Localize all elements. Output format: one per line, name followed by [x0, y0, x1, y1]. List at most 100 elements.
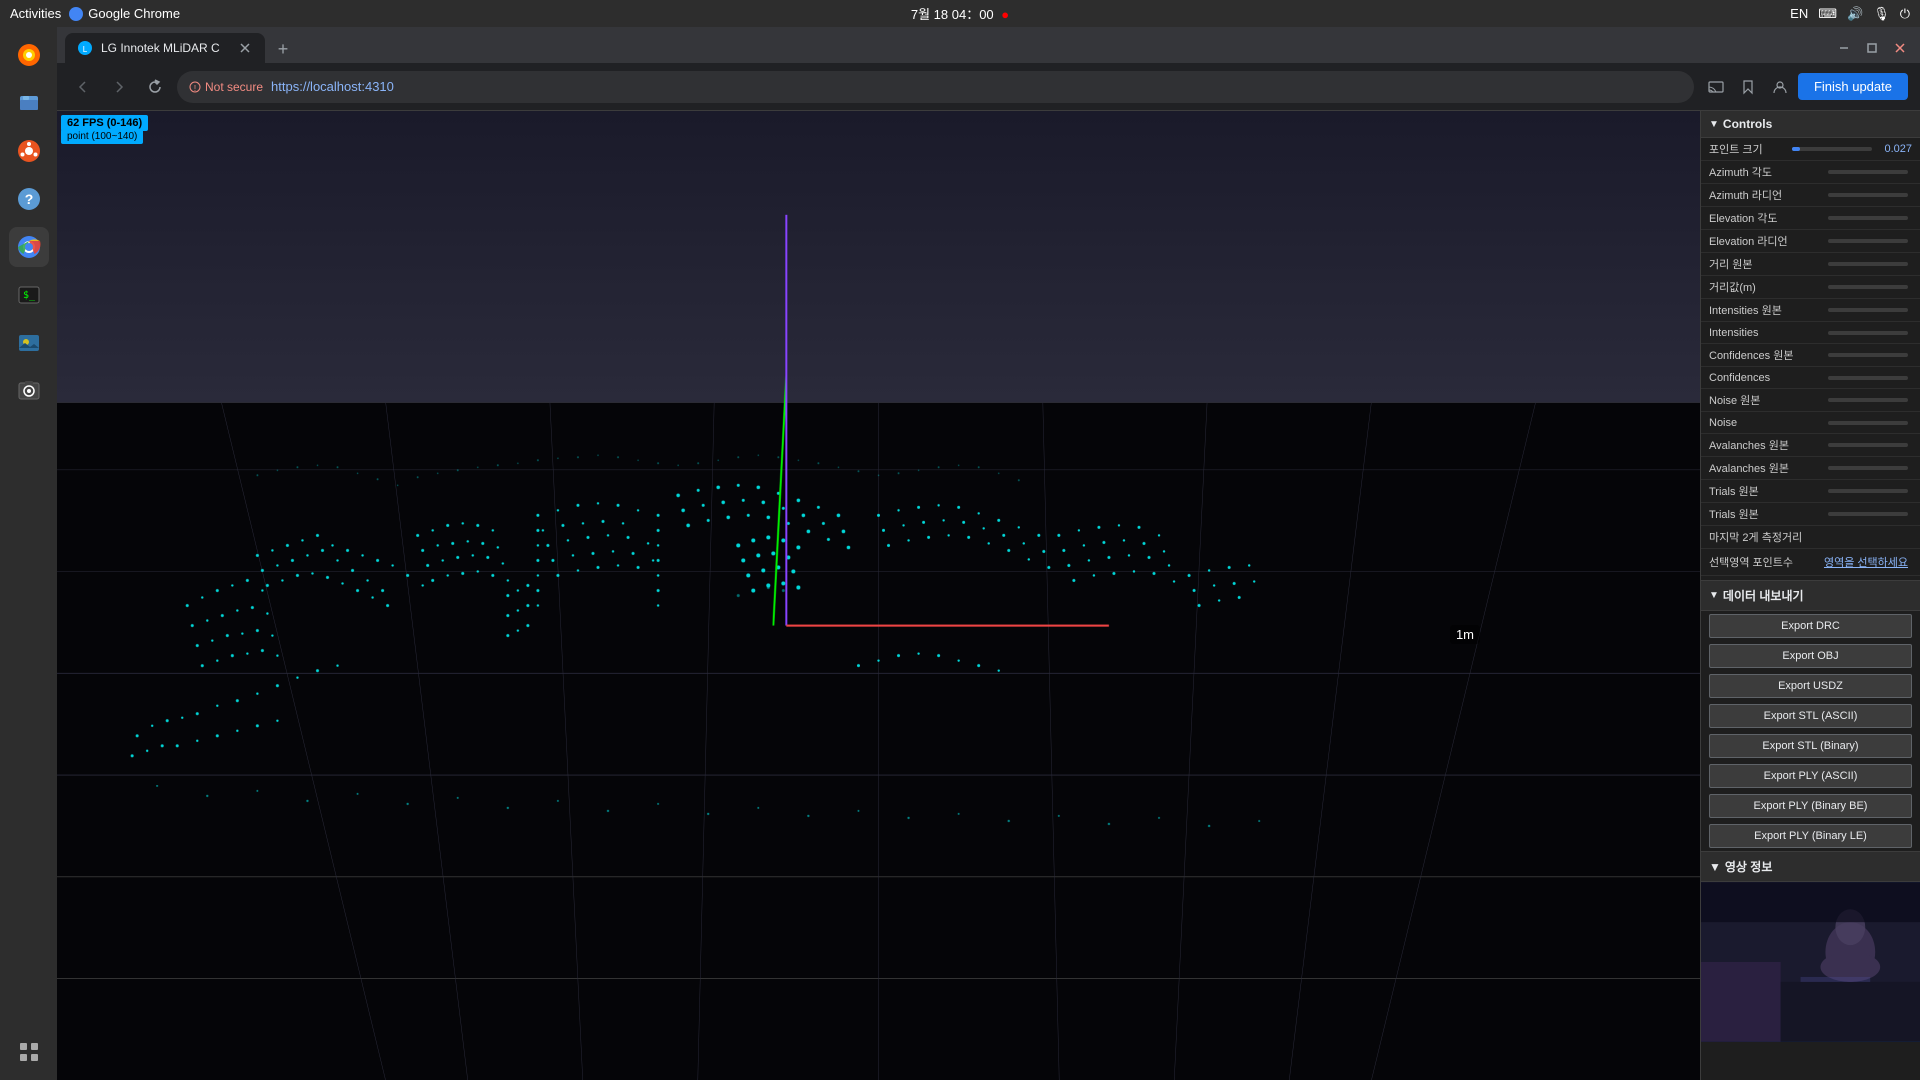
- sidebar-chrome[interactable]: [9, 227, 49, 267]
- confidences-slider[interactable]: [1828, 376, 1908, 380]
- control-row-avalanches-orig2: Avalanches 원본: [1701, 457, 1920, 480]
- sidebar-ubuntu-software[interactable]: [9, 131, 49, 171]
- elevation-angle-slider[interactable]: [1828, 216, 1908, 220]
- keyboard-icon: ⌨: [1818, 6, 1837, 22]
- export-section-label: 데이터 내보내기: [1723, 587, 1804, 604]
- activities-button[interactable]: Activities: [10, 6, 61, 21]
- intensities-label: Intensities: [1709, 327, 1828, 339]
- intensities-orig-slider[interactable]: [1828, 308, 1908, 312]
- control-row-noise: Noise: [1701, 412, 1920, 434]
- trials-orig2-slider[interactable]: [1828, 512, 1908, 516]
- controls-section-header[interactable]: ▼ Controls: [1701, 111, 1920, 138]
- intensities-orig-label: Intensities 원본: [1709, 302, 1828, 318]
- sidebar-firefox[interactable]: [9, 35, 49, 75]
- language-indicator[interactable]: EN: [1790, 6, 1808, 21]
- system-taskbar: Activities Google Chrome 7월 18 04：00 ● E…: [0, 0, 1920, 27]
- trials-orig2-label: Trials 원본: [1709, 506, 1828, 522]
- main-content: 62 FPS (0-146) point (100~140) 1m ▼ Cont…: [57, 111, 1920, 1080]
- export-ply-binary-le-button[interactable]: Export PLY (Binary LE): [1709, 824, 1912, 848]
- last-distance-label: 마지막 2게 측정거리: [1709, 529, 1912, 545]
- elevation-radian-slider[interactable]: [1828, 239, 1908, 243]
- noise-label: Noise: [1709, 417, 1828, 429]
- control-row-azimuth-radian: Azimuth 라디언: [1701, 184, 1920, 207]
- maximize-button[interactable]: [1860, 36, 1884, 60]
- tab-favicon: L: [77, 40, 93, 56]
- volume-icon[interactable]: 🔊: [1847, 6, 1863, 22]
- confidences-orig-slider[interactable]: [1828, 353, 1908, 357]
- export-usdz-button[interactable]: Export USDZ: [1709, 674, 1912, 698]
- noise-orig-slider[interactable]: [1828, 398, 1908, 402]
- azimuth-radian-slider[interactable]: [1828, 193, 1908, 197]
- 3d-viewport[interactable]: 62 FPS (0-146) point (100~140) 1m: [57, 111, 1700, 1080]
- selected-points-label: 선택영역 포인트수: [1709, 554, 1820, 570]
- tab-close-button[interactable]: [237, 40, 253, 56]
- sidebar-screenshot[interactable]: [9, 371, 49, 411]
- distance-orig-slider[interactable]: [1828, 262, 1908, 266]
- url-text: https://localhost:4310: [271, 79, 394, 94]
- y-axis-line: [773, 375, 786, 625]
- chrome-taskbar-label: Google Chrome: [88, 6, 180, 21]
- azimuth-angle-slider[interactable]: [1828, 170, 1908, 174]
- avalanches-orig2-label: Avalanches 원본: [1709, 460, 1828, 476]
- new-tab-button[interactable]: +: [269, 35, 297, 63]
- not-secure-indicator: ! Not secure: [189, 80, 263, 94]
- mic-icon[interactable]: 🎙: [1873, 6, 1890, 22]
- power-icon[interactable]: ⏻: [1900, 6, 1910, 22]
- browser-tab-active[interactable]: L LG Innotek MLiDAR C: [65, 33, 265, 63]
- export-stl-ascii-button[interactable]: Export STL (ASCII): [1709, 704, 1912, 728]
- video-info-chevron-icon: ▼: [1709, 860, 1721, 874]
- chrome-favicon-dot: [69, 7, 83, 21]
- export-section-header[interactable]: ▼ 데이터 내보내기: [1701, 580, 1920, 611]
- sidebar-help[interactable]: ?: [9, 179, 49, 219]
- sidebar-files[interactable]: [9, 83, 49, 123]
- sidebar-terminal[interactable]: $_: [9, 275, 49, 315]
- back-button[interactable]: [69, 73, 97, 101]
- sidebar-photos[interactable]: [9, 323, 49, 363]
- profile-icon[interactable]: [1766, 73, 1794, 101]
- avalanches-orig-slider[interactable]: [1828, 443, 1908, 447]
- azimuth-angle-label: Azimuth 각도: [1709, 164, 1828, 180]
- system-datetime: 7월 18 04：00: [911, 7, 994, 22]
- export-chevron-icon: ▼: [1709, 590, 1719, 601]
- export-stl-binary-button[interactable]: Export STL (Binary): [1709, 734, 1912, 758]
- point-size-value: 0.027: [1876, 143, 1912, 155]
- distance-m-slider[interactable]: [1828, 285, 1908, 289]
- export-ply-binary-be-button[interactable]: Export PLY (Binary BE): [1709, 794, 1912, 818]
- url-bar[interactable]: ! Not secure https://localhost:4310: [177, 71, 1694, 103]
- noise-slider[interactable]: [1828, 421, 1908, 425]
- control-row-point-size: 포인트 크기 0.027: [1701, 138, 1920, 161]
- distance-label: 1m: [1450, 625, 1480, 644]
- chrome-indicator[interactable]: Google Chrome: [69, 6, 180, 21]
- export-obj-button[interactable]: Export OBJ: [1709, 644, 1912, 668]
- export-ply-ascii-button[interactable]: Export PLY (ASCII): [1709, 764, 1912, 788]
- point-size-slider[interactable]: [1792, 147, 1872, 151]
- svg-text:?: ?: [24, 191, 33, 207]
- trials-orig-slider[interactable]: [1828, 489, 1908, 493]
- cast-icon[interactable]: [1702, 73, 1730, 101]
- distance-orig-label: 거리 원본: [1709, 256, 1828, 272]
- point-label-badge: point (100~140): [61, 129, 143, 144]
- control-row-confidences-orig: Confidences 원본: [1701, 344, 1920, 367]
- close-button[interactable]: [1888, 36, 1912, 60]
- minimize-button[interactable]: [1832, 36, 1856, 60]
- recording-dot: ●: [1001, 7, 1009, 22]
- svg-text:$_: $_: [23, 290, 36, 301]
- video-info-label: 영상 정보: [1725, 858, 1773, 875]
- bookmark-icon[interactable]: [1734, 73, 1762, 101]
- reload-button[interactable]: [141, 73, 169, 101]
- select-area-link[interactable]: 영역을 선택하세요: [1820, 552, 1912, 572]
- export-drc-button[interactable]: Export DRC: [1709, 614, 1912, 638]
- video-info-section-header[interactable]: ▼ 영상 정보: [1701, 851, 1920, 882]
- forward-button[interactable]: [105, 73, 133, 101]
- intensities-slider[interactable]: [1828, 331, 1908, 335]
- finish-update-button[interactable]: Finish update: [1798, 73, 1908, 100]
- control-row-elevation-angle: Elevation 각도: [1701, 207, 1920, 230]
- avalanches-orig2-slider[interactable]: [1828, 466, 1908, 470]
- desktop-sidebar: ? $_: [0, 27, 57, 1080]
- control-row-selected-points: 선택영역 포인트수 영역을 선택하세요: [1701, 549, 1920, 576]
- control-row-distance-orig: 거리 원본: [1701, 253, 1920, 276]
- azimuth-radian-label: Azimuth 라디언: [1709, 187, 1828, 203]
- control-row-last-distance: 마지막 2게 측정거리: [1701, 526, 1920, 549]
- control-row-avalanches-orig: Avalanches 원본: [1701, 434, 1920, 457]
- sidebar-apps-grid[interactable]: [9, 1032, 49, 1072]
